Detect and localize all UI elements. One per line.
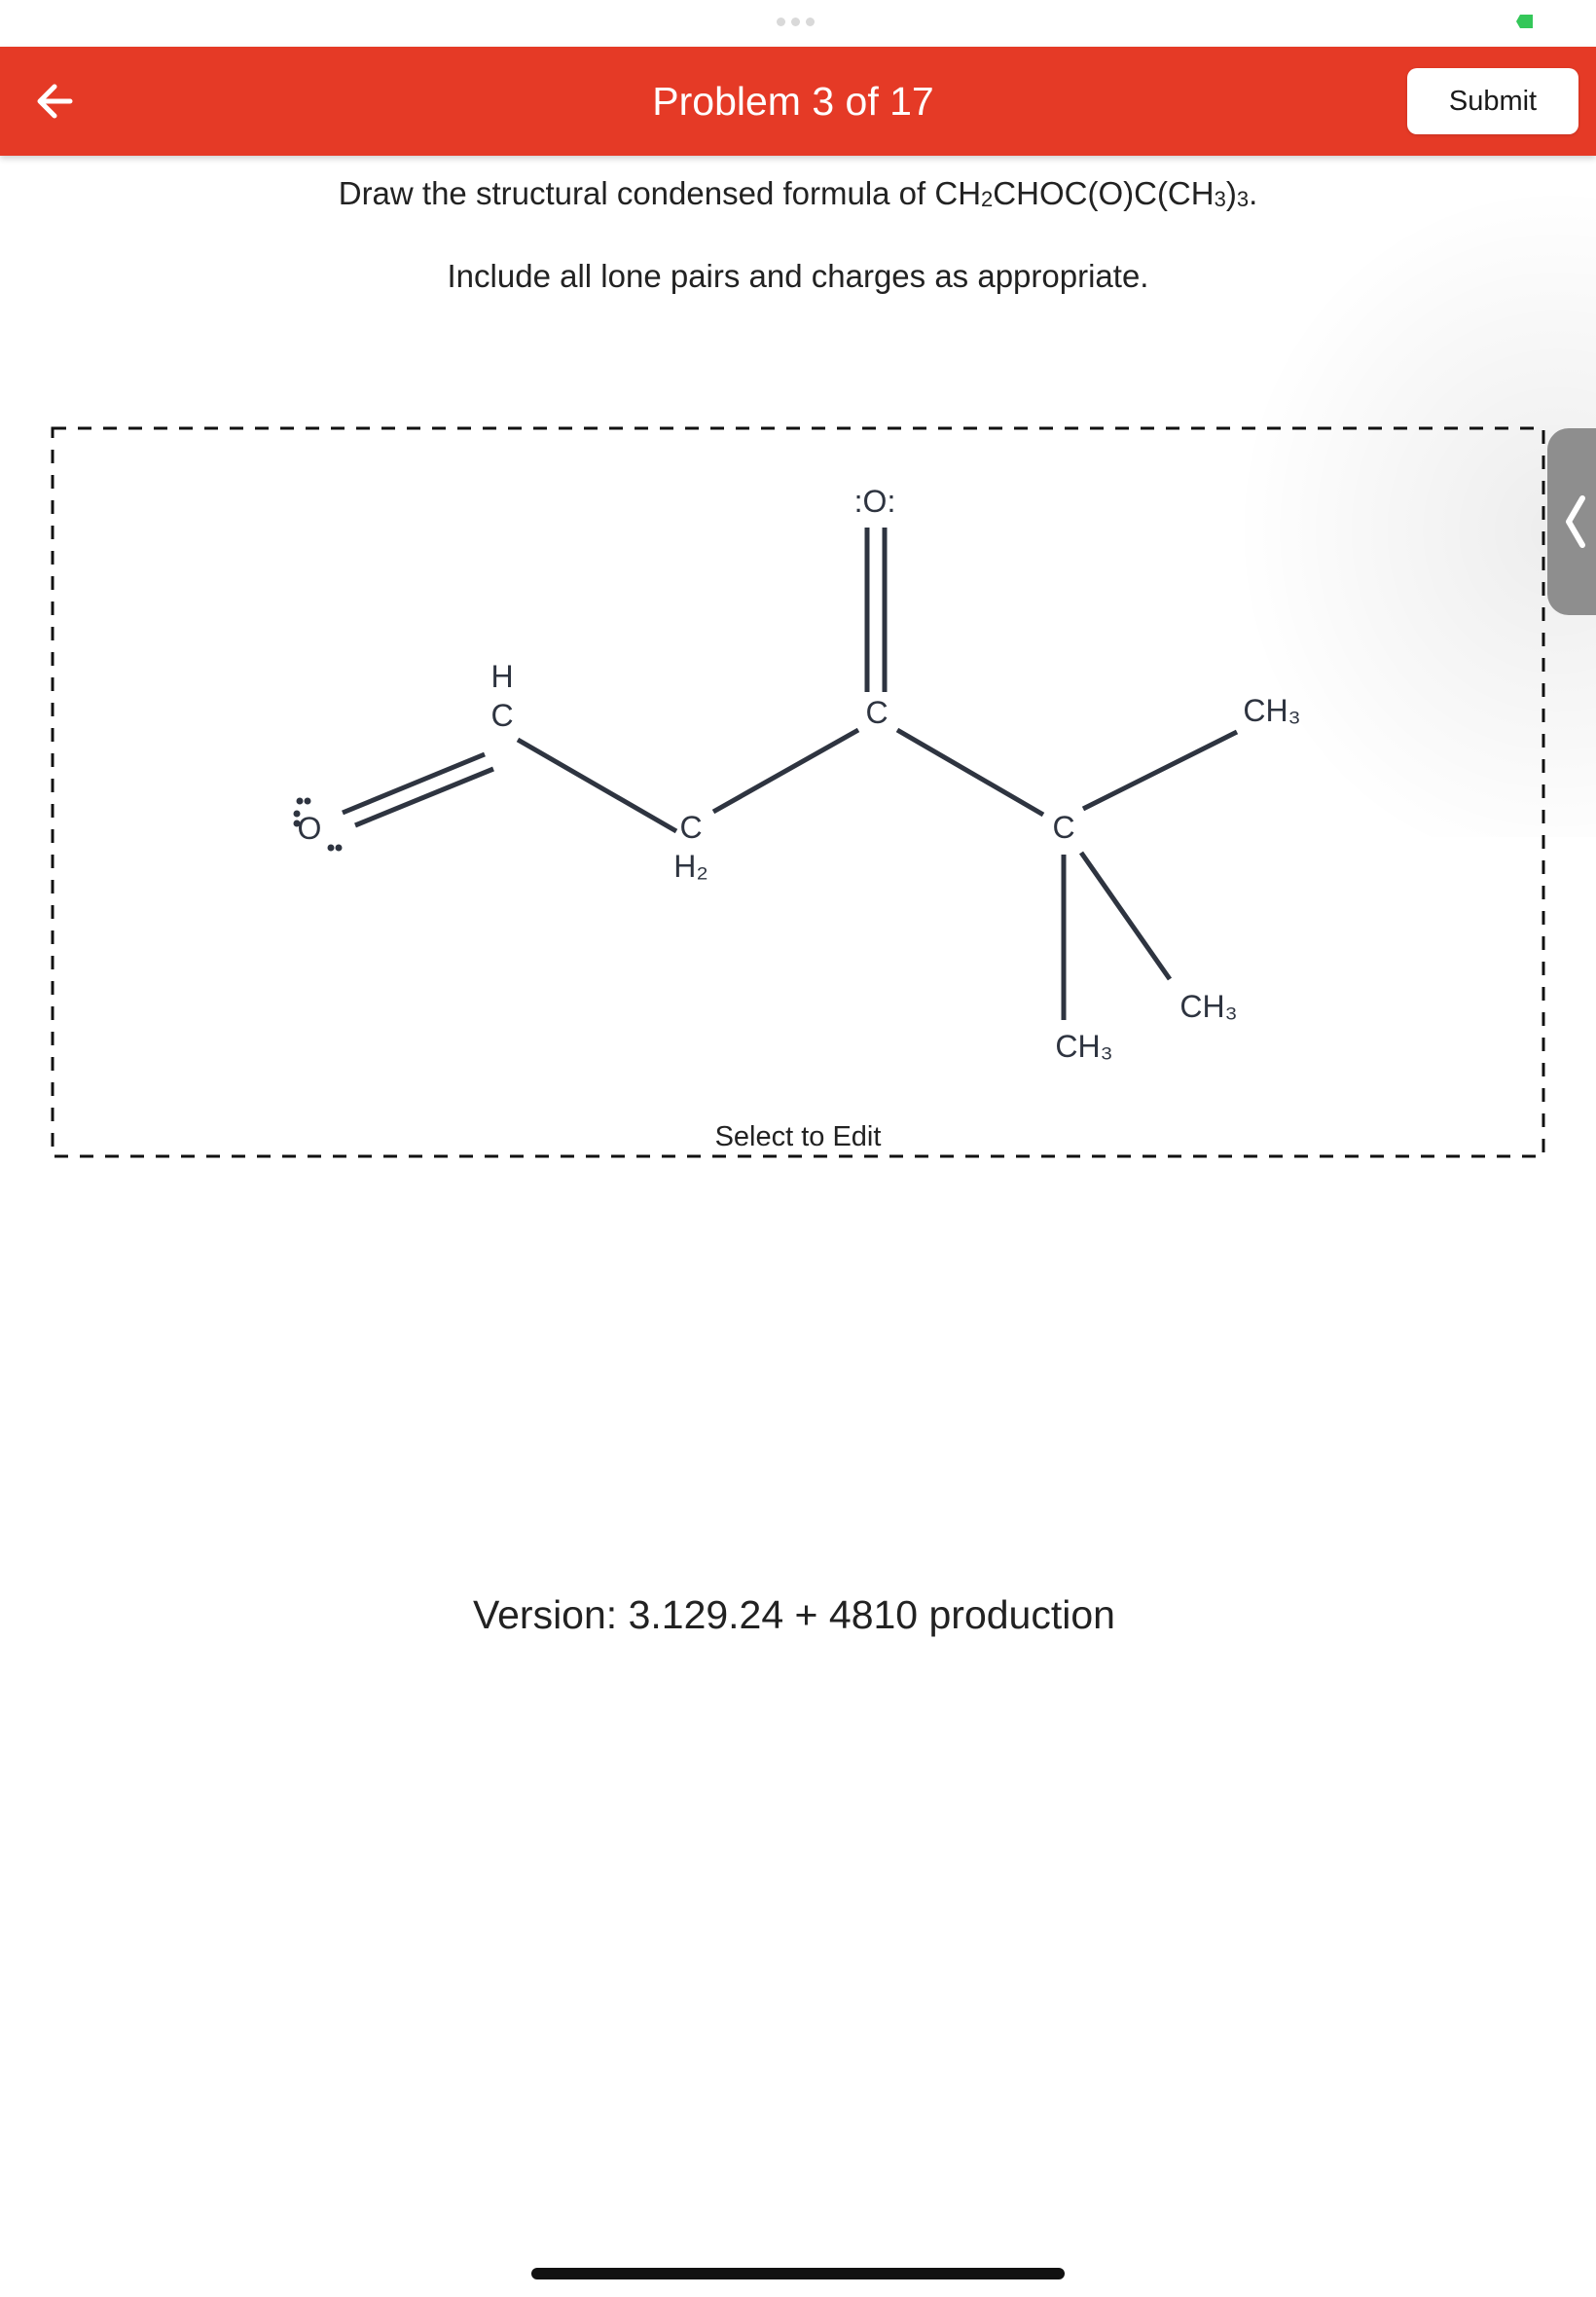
drawer-handle[interactable] xyxy=(1547,428,1596,615)
chevron-left-icon xyxy=(1566,495,1585,548)
formula-subscript: 3 xyxy=(1236,187,1250,211)
atom-oxygen-left: O xyxy=(298,811,322,846)
formula-part: CHOC(O)C(CH xyxy=(993,175,1215,211)
status-bar xyxy=(0,0,1596,47)
atom-ch3-right: CH₃ xyxy=(1243,693,1300,728)
question-instruction: Include all lone pairs and charges as ap… xyxy=(447,258,1149,294)
atom-c3: C xyxy=(865,695,888,730)
formula-part: ) xyxy=(1225,175,1237,211)
atom-h-c1: H xyxy=(490,659,513,694)
formula-subscript: 2 xyxy=(981,187,994,211)
atom-c2: C xyxy=(679,810,702,845)
bond-c1-c2 xyxy=(516,737,678,834)
select-to-edit-hint: Select to Edit xyxy=(714,1121,882,1152)
multitasking-dots[interactable] xyxy=(777,18,815,26)
atom-ch3-lower-right: CH₃ xyxy=(1179,989,1237,1024)
bond-c4-ch3-right xyxy=(1081,729,1239,812)
bond-c4-ch3-lower xyxy=(1078,851,1173,981)
bond-c2-c3 xyxy=(711,727,860,815)
atom-c4: C xyxy=(1052,810,1074,845)
version-label: Version: 3.129.24 + 4810 production xyxy=(473,1592,1115,1637)
question-prompt: Draw the structural condensed formula of… xyxy=(338,175,1258,211)
atom-c2-hydrogens: H₂ xyxy=(673,849,708,884)
header-bar: Problem 3 of 17 Submit xyxy=(0,47,1596,156)
arrow-left-icon xyxy=(37,84,73,119)
back-button[interactable] xyxy=(27,72,86,130)
sketcher-canvas[interactable]: O H C C H₂ :O: C C CH₃ CH₃ CH₃ Select to… xyxy=(51,426,1545,1158)
home-indicator[interactable] xyxy=(531,2268,1065,2279)
atom-c1: C xyxy=(490,698,513,733)
submit-button[interactable]: Submit xyxy=(1407,68,1578,134)
formula-part: . xyxy=(1249,175,1258,211)
battery-icon xyxy=(1516,15,1533,28)
formula-subscript: 3 xyxy=(1214,187,1226,211)
bond-c3-c4 xyxy=(895,727,1045,818)
atom-ch3-down: CH₃ xyxy=(1055,1029,1112,1064)
atom-carbonyl-oxygen: :O: xyxy=(854,484,896,519)
molecule-drawing: O H C C H₂ :O: C C CH₃ CH₃ CH₃ xyxy=(293,484,1301,1064)
formula-part: CH xyxy=(934,175,982,211)
page-title: Problem 3 of 17 xyxy=(652,79,934,124)
